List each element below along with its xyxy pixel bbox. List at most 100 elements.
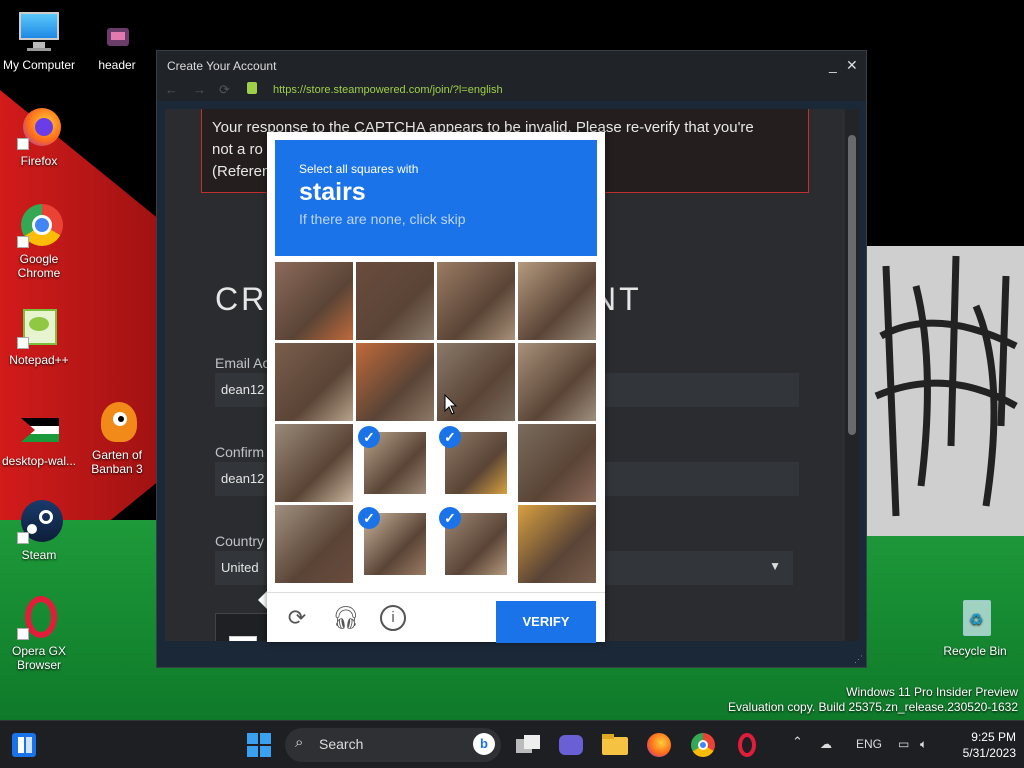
confirm-email-label: Confirm — [215, 444, 265, 460]
tile-image — [518, 343, 596, 421]
desktop-icon-desktop-wallpaper[interactable]: desktop-wal... — [1, 406, 77, 468]
teams-chat-icon[interactable] — [557, 731, 585, 759]
checkmark-icon: ✓ — [439, 507, 461, 529]
tile-image — [356, 262, 434, 340]
challenge-tile[interactable] — [356, 343, 434, 421]
firefox-taskbar-icon[interactable] — [645, 731, 673, 759]
window-titlebar[interactable]: Create Your Account _ ✕ — [157, 51, 866, 79]
challenge-tile[interactable] — [518, 424, 596, 502]
shortcut-arrow-icon — [17, 337, 29, 349]
desktop-icon-recycle-bin[interactable]: ♻ Recycle Bin — [937, 596, 1013, 658]
search-icon: ⌕ — [295, 734, 304, 751]
network-off-icon[interactable]: ☁ — [820, 737, 832, 751]
desktop-icon-garten-of-banban[interactable]: Garten of Banban 3 — [79, 400, 155, 476]
desktop-icon-label: Steam — [21, 548, 57, 562]
desktop-icon-firefox[interactable]: Firefox — [1, 106, 77, 168]
start-icon[interactable] — [245, 731, 273, 759]
chrome-taskbar-icon[interactable] — [689, 731, 717, 759]
tile-image — [275, 424, 353, 502]
monitor-icon — [17, 10, 61, 54]
challenge-tile[interactable] — [275, 505, 353, 583]
desktop-icon-notepad-plus[interactable]: Notepad++ — [1, 305, 77, 367]
back-icon[interactable]: ← — [165, 82, 178, 97]
image-file-icon — [95, 10, 139, 54]
desktop-icon-label: Google Chrome — [17, 252, 61, 280]
file-explorer-icon[interactable] — [601, 731, 629, 759]
taskbar-search[interactable]: ⌕ Search b — [285, 728, 501, 762]
chrome-icon — [17, 204, 63, 248]
challenge-tile[interactable] — [518, 505, 596, 583]
desktop-icon-opera-gx[interactable]: Opera GX Browser — [1, 596, 77, 672]
language-indicator[interactable]: ENG — [856, 737, 882, 751]
watermark-line: Windows 11 Pro Insider Preview — [846, 685, 1018, 699]
clock-date: 5/31/2023 — [962, 746, 1016, 760]
confirm-email-value: dean12 — [221, 471, 265, 486]
url-text[interactable]: https://store.steampowered.com/join/?l=e… — [273, 84, 503, 96]
clock-time: 9:25 PM — [971, 730, 1016, 744]
tray-overflow-icon[interactable]: ⌃ — [792, 734, 803, 750]
desktop-icon-label: My Computer — [2, 58, 76, 72]
tile-image — [275, 262, 353, 340]
window-title: Create Your Account — [167, 59, 277, 73]
challenge-tile[interactable]: ✓ — [437, 505, 515, 583]
volume-icon[interactable]: 🔈︎ — [920, 737, 927, 752]
task-view-icon[interactable] — [514, 731, 542, 759]
desktop-icon-header[interactable]: header — [79, 10, 155, 72]
info-icon[interactable]: i — [380, 605, 406, 631]
challenge-tile[interactable]: ✓ — [437, 424, 515, 502]
shortcut-arrow-icon — [17, 532, 29, 544]
opera-gx-taskbar-icon[interactable] — [733, 731, 761, 759]
bing-icon: b — [473, 733, 495, 755]
tile-image — [275, 505, 353, 583]
challenge-tile[interactable]: ✓ — [356, 424, 434, 502]
challenge-instruction: Select all squares with — [299, 162, 419, 176]
desktop-icon-chrome[interactable]: Google Chrome — [1, 204, 77, 280]
challenge-tile[interactable] — [275, 262, 353, 340]
desktop-icon-steam[interactable]: Steam — [1, 500, 77, 562]
chevron-down-icon: ▼ — [769, 559, 781, 573]
challenge-tile[interactable] — [518, 262, 596, 340]
minimize-icon[interactable]: _ — [829, 57, 837, 73]
taskbar-clock[interactable]: 9:25 PM 5/31/2023 — [950, 729, 1016, 761]
scrollbar-thumb[interactable] — [848, 135, 856, 435]
desktop-icon-my-computer[interactable]: My Computer — [1, 10, 77, 72]
browser-navbar: ← → ⟳ https://store.steampowered.com/joi… — [157, 79, 866, 101]
refresh-icon[interactable]: ⟳ — [219, 82, 230, 98]
challenge-tile[interactable] — [275, 424, 353, 502]
tile-image — [518, 505, 596, 583]
desktop-icon-label: desktop-wal... — [1, 454, 77, 468]
resize-grip-icon[interactable]: ⋰ — [854, 654, 863, 665]
checkmark-icon: ✓ — [439, 426, 461, 448]
challenge-tile[interactable] — [518, 343, 596, 421]
watermark-line: Evaluation copy. Build 25375.zn_release.… — [728, 700, 1018, 714]
lock-icon — [247, 82, 257, 94]
desktop-icon-label: Notepad++ — [9, 353, 69, 367]
page-scrollbar[interactable] — [845, 109, 859, 641]
recaptcha-checkbox[interactable] — [229, 636, 257, 641]
challenge-tile[interactable]: ✓ — [356, 505, 434, 583]
recycle-bin-icon: ♻ — [953, 596, 997, 640]
challenge-tile[interactable] — [275, 343, 353, 421]
desktop-icon-label: Opera GX Browser — [11, 644, 67, 672]
forward-icon[interactable]: → — [193, 82, 206, 97]
opera-gx-icon — [17, 596, 61, 640]
headphones-icon[interactable]: 🎧︎ — [332, 605, 360, 631]
tile-image — [518, 424, 596, 502]
verify-button[interactable]: VERIFY — [496, 601, 596, 643]
tile-image — [275, 343, 353, 421]
taskbar: ⌕ Search b ⌃ ☁ ENG ▭ 🔈︎ 9:25 PM 5/31/202… — [0, 720, 1024, 768]
widgets-icon[interactable] — [10, 731, 38, 759]
challenge-tile[interactable] — [356, 262, 434, 340]
search-placeholder: Search — [319, 736, 364, 752]
challenge-tile[interactable] — [437, 262, 515, 340]
email-label: Email Ac — [215, 355, 270, 371]
shortcut-arrow-icon — [17, 138, 29, 150]
close-icon[interactable]: ✕ — [846, 57, 858, 74]
page-heading-left: CR — [215, 281, 268, 317]
game-bird-icon — [95, 400, 139, 444]
display-icon[interactable]: ▭ — [898, 737, 909, 751]
firefox-icon — [17, 106, 61, 150]
calligraphy-graphic — [874, 255, 1018, 517]
reload-icon[interactable]: ⟳ — [284, 605, 310, 631]
desktop-icon-label: Firefox — [20, 154, 58, 168]
